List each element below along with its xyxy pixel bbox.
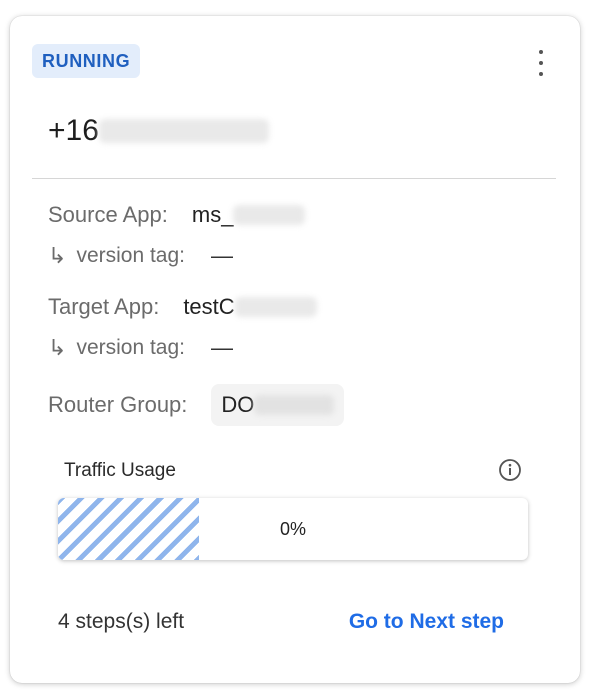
source-app-label: Source App: (48, 202, 168, 227)
traffic-usage-title: Traffic Usage (64, 460, 176, 481)
subdirectory-arrow-icon: ↳ (48, 335, 67, 360)
target-app-value-prefix: testC (183, 294, 235, 319)
target-version-value: — (211, 335, 233, 360)
router-group-row: Router Group: DO (48, 384, 345, 426)
source-app-value: ms_ (192, 202, 306, 228)
status-badge: RUNNING (32, 44, 141, 78)
router-group-value-prefix: DO (221, 392, 255, 417)
source-version-value: — (211, 243, 233, 268)
redacted-target-app (234, 297, 317, 317)
deployment-card: RUNNING +16 Source App: ms_ ↳ version ta… (10, 16, 580, 683)
source-app-value-prefix: ms_ (191, 202, 234, 227)
go-to-next-step-button[interactable]: Go to Next step (349, 610, 504, 634)
more-vert-icon[interactable] (532, 50, 550, 76)
router-group-label: Router Group: (48, 392, 188, 417)
traffic-progress-bar: 0% (58, 498, 528, 560)
phone-prefix: +16 (48, 114, 99, 147)
target-version-row: ↳ version tag: — (48, 335, 233, 361)
target-app-row: Target App: testC (48, 294, 317, 320)
target-version-label: version tag: (76, 336, 185, 359)
info-icon[interactable] (498, 458, 522, 482)
source-app-row: Source App: ms_ (48, 202, 306, 228)
redacted-router-group (254, 395, 335, 415)
traffic-progress-text: 0% (279, 518, 306, 539)
phone-number: +16 (48, 114, 269, 148)
subdirectory-arrow-icon: ↳ (48, 243, 67, 268)
redacted-source-app (233, 205, 306, 225)
steps-left-text: 4 steps(s) left (58, 610, 185, 633)
redacted-phone-digits (98, 119, 269, 143)
source-version-label: version tag: (76, 244, 185, 267)
target-app-value: testC (183, 294, 317, 320)
source-version-row: ↳ version tag: — (48, 243, 233, 269)
router-group-chip: DO (211, 384, 345, 426)
divider (32, 178, 556, 179)
target-app-label: Target App: (48, 294, 160, 319)
